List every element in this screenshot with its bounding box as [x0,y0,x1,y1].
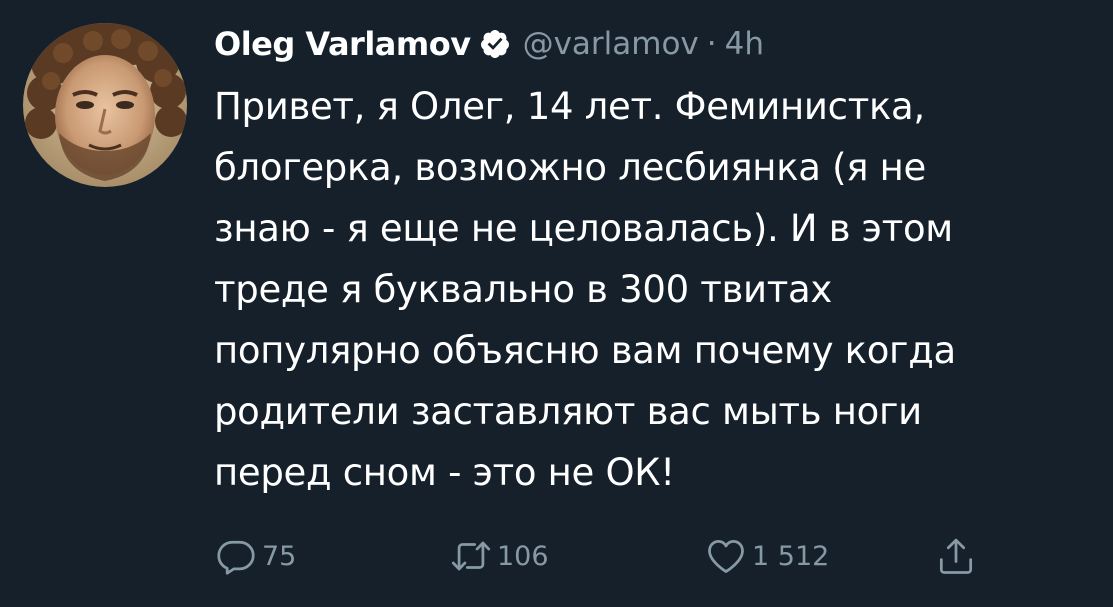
reply-button[interactable]: 75 [214,528,296,584]
share-button[interactable] [934,528,982,584]
tweet-timestamp[interactable]: 4h [725,26,764,62]
like-count: 1 512 [752,540,830,572]
retweet-icon [451,541,491,571]
share-icon [939,538,973,574]
reply-count: 75 [262,540,297,572]
tweet-actions: 75 106 1 512 [214,528,1014,588]
avatar-photo-icon [23,23,187,187]
tweet-text: Привет, я Олег, 14 лет. Феминистка, блог… [214,85,956,494]
retweet-button[interactable]: 106 [449,528,549,584]
heart-icon [708,539,744,573]
retweet-count: 106 [497,540,549,572]
separator-dot: · [706,26,717,62]
author-handle[interactable]: @varlamov [523,26,699,62]
like-button[interactable]: 1 512 [704,528,829,584]
tweet-card: Oleg Varlamov @varlamov · 4h Привет, я О… [0,0,1113,607]
author-name[interactable]: Oleg Varlamov [214,25,471,63]
reply-icon [217,540,255,575]
avatar[interactable] [23,23,187,187]
verified-badge-icon [479,28,511,60]
tweet-content: Oleg Varlamov @varlamov · 4h Привет, я О… [214,18,1094,503]
tweet-header: Oleg Varlamov @varlamov · 4h [214,18,1094,70]
